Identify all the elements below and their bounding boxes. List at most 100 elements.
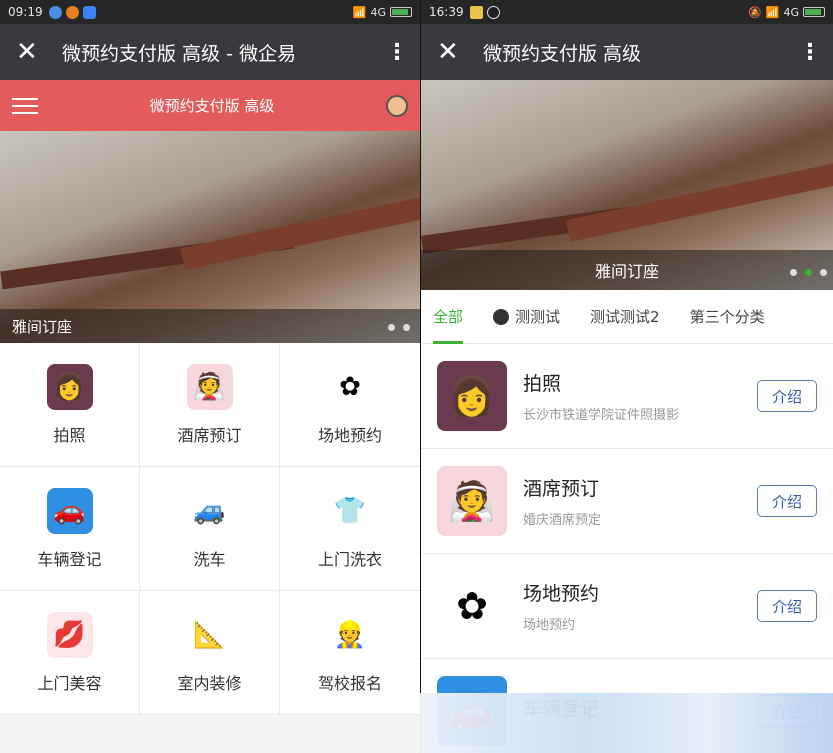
banner-image-table <box>180 194 420 270</box>
more-menu-icon[interactable]: ⋮ <box>799 40 821 65</box>
header-title: 微预约支付版 高级 <box>149 97 275 115</box>
grid-item-label: 室内装修 <box>177 673 242 693</box>
status-time: 09:19 <box>8 5 43 19</box>
status-bar: 09:19 📶 4G <box>0 0 420 24</box>
image-notification-icon <box>469 5 483 19</box>
list-item[interactable]: 👰 酒席预订 婚庆酒席预定 介绍 <box>421 449 833 554</box>
carousel-dots <box>790 269 827 276</box>
banner-caption: 雅间订座 <box>594 262 659 281</box>
service-icon: 👰 <box>437 466 507 536</box>
service-desc: 婚庆酒席预定 <box>523 513 602 528</box>
category-icon <box>493 308 510 325</box>
network-type: 4G <box>370 5 386 19</box>
tab-label: 测测试 <box>515 308 561 326</box>
lips-icon: 💋 <box>46 611 93 658</box>
mute-icon: 🔕 <box>748 5 762 19</box>
tab-item[interactable]: 全部 <box>433 290 464 344</box>
banner-carousel[interactable]: 雅间订座 <box>0 131 420 343</box>
carousel-dot[interactable] <box>805 269 812 276</box>
page-title: 微预约支付版 高级 - 微企易 <box>62 42 296 65</box>
grid-item[interactable]: 🚙 洗车 <box>140 467 280 591</box>
service-icon: ✿ <box>437 571 507 641</box>
left-phone-screen: 09:19 📶 4G ✕ 微预约支付版 高级 - 微企易 ⋮ 微预约支付版 高级… <box>0 0 420 753</box>
avatar[interactable] <box>386 94 408 117</box>
intro-button[interactable]: 介绍 <box>757 590 817 622</box>
tab-label: 测试测试2 <box>590 308 660 326</box>
grid-item[interactable]: ✿ 场地预约 <box>280 343 420 467</box>
category-tabs: 全部 测测试 测试测试2 第三个分类 <box>421 290 833 344</box>
grid-item[interactable]: 👕 上门洗衣 <box>280 467 420 591</box>
grid-item-label: 洗车 <box>193 549 226 569</box>
car-icon: 🚗 <box>46 487 93 534</box>
wifi-icon: 📶 <box>765 5 780 19</box>
wedding-icon: 👰 <box>186 363 233 410</box>
grid-item[interactable]: 👰 酒席预订 <box>140 343 280 467</box>
grid-item-label: 驾校报名 <box>317 673 382 693</box>
carousel-dot[interactable] <box>820 269 827 276</box>
more-menu-icon[interactable]: ⋮ <box>386 40 408 65</box>
grid-item-label: 上门洗衣 <box>317 549 382 569</box>
grid-item[interactable]: 💋 上门美容 <box>0 591 140 715</box>
clothes-icon: 👕 <box>327 487 373 534</box>
tab-item[interactable]: 第三个分类 <box>690 290 765 344</box>
grid-item-label: 车辆登记 <box>37 549 102 569</box>
status-bar: 16:39 🔕 📶 4G <box>421 0 833 24</box>
status-time: 16:39 <box>429 5 464 19</box>
service-list: 👩 拍照 长沙市铁道学院证件照摄影 介绍 👰 酒席预订 婚庆酒席预定 介绍 ✿ 场地… <box>421 344 833 753</box>
carousel-dot[interactable] <box>403 324 410 331</box>
banner-image-table <box>565 160 833 242</box>
grid-item-label: 拍照 <box>53 425 86 445</box>
wifi-icon: 📶 <box>352 5 367 19</box>
battery-icon <box>803 7 825 17</box>
service-grid: 👩 拍照 👰 酒席预订 ✿ 场地预约 🚗 车辆登记 🚙 洗车 👕 上门洗衣 💋 上门美容 📐 … <box>0 343 420 715</box>
wechat-titlebar: ✕ 微预约支付版 高级 ⋮ <box>421 24 833 80</box>
tab-label: 第三个分类 <box>689 308 765 326</box>
page-title: 微预约支付版 高级 <box>483 42 642 65</box>
tab-item[interactable]: 测测试 <box>493 290 560 344</box>
service-icon: 👩 <box>437 361 507 431</box>
carousel-dot[interactable] <box>388 324 395 331</box>
service-desc: 长沙市铁道学院证件照摄影 <box>523 408 680 423</box>
carwash-icon: 🚙 <box>186 487 233 534</box>
close-icon[interactable]: ✕ <box>437 37 473 67</box>
tools-icon: 📐 <box>186 611 233 658</box>
banner-caption-bar: 雅间订座 <box>421 250 833 290</box>
intro-button[interactable]: 介绍 <box>757 380 817 412</box>
flower-icon: ✿ <box>327 363 373 410</box>
shield-icon <box>82 5 96 19</box>
network-type: 4G <box>783 5 799 19</box>
grid-item[interactable]: 🚗 车辆登记 <box>0 467 140 591</box>
app-notification-icon <box>48 5 62 19</box>
banner-caption: 雅间订座 <box>12 317 73 336</box>
app-header: 微预约支付版 高级 <box>0 80 420 131</box>
blurred-overlay <box>420 693 833 753</box>
driver-icon: 👷 <box>327 611 373 658</box>
app-notification-icon <box>65 5 79 19</box>
service-desc: 场地预约 <box>523 618 576 633</box>
banner-carousel[interactable]: 雅间订座 <box>421 80 833 290</box>
close-icon[interactable]: ✕ <box>16 37 52 67</box>
list-item[interactable]: 👩 拍照 长沙市铁道学院证件照摄影 介绍 <box>421 344 833 449</box>
service-name: 酒席预订 <box>523 478 600 500</box>
list-item[interactable]: ✿ 场地预约 场地预约 介绍 <box>421 554 833 659</box>
carousel-dots <box>388 324 410 331</box>
grid-item-label: 上门美容 <box>37 673 102 693</box>
list-item-text: 拍照 长沙市铁道学院证件照摄影 <box>523 369 757 423</box>
grid-item-label: 酒席预订 <box>177 425 242 445</box>
carousel-dot[interactable] <box>790 269 797 276</box>
list-item-text: 场地预约 场地预约 <box>523 579 757 633</box>
grid-item[interactable]: 📐 室内装修 <box>140 591 280 715</box>
list-item-text: 酒席预订 婚庆酒席预定 <box>523 474 757 528</box>
grid-item[interactable]: 👩 拍照 <box>0 343 140 467</box>
menu-icon[interactable] <box>12 93 38 119</box>
grid-item[interactable]: 👷 驾校报名 <box>280 591 420 715</box>
portrait-icon: 👩 <box>46 363 93 410</box>
grid-item-label: 场地预约 <box>317 425 382 445</box>
wechat-titlebar: ✕ 微预约支付版 高级 - 微企易 ⋮ <box>0 24 420 80</box>
battery-icon <box>390 7 412 17</box>
service-name: 场地预约 <box>523 583 600 605</box>
intro-button[interactable]: 介绍 <box>757 485 817 517</box>
qq-icon <box>486 5 500 19</box>
tab-label: 全部 <box>433 308 464 326</box>
tab-item[interactable]: 测试测试2 <box>590 290 660 344</box>
